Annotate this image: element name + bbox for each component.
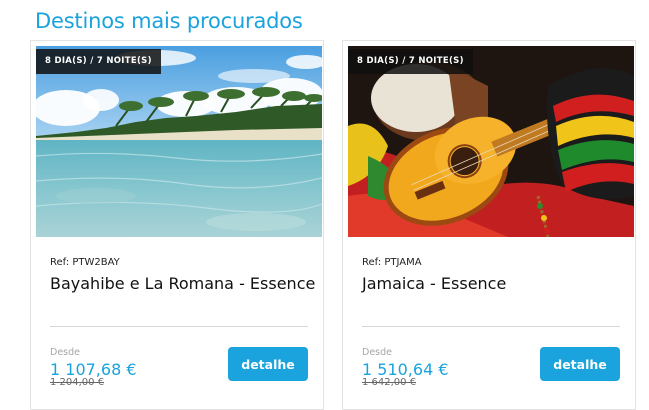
destination-name[interactable]: Jamaica - Essence bbox=[362, 274, 506, 293]
destination-name[interactable]: Bayahibe e La Romana - Essence bbox=[50, 274, 315, 293]
divider bbox=[50, 326, 308, 327]
from-label: Desde bbox=[362, 347, 392, 358]
destination-card-bayahibe[interactable]: 8 DIA(S) / 7 NOITE(S) Ref: PTW2BAY Bayah… bbox=[30, 40, 324, 410]
duration-badge: 8 DIA(S) / 7 NOITE(S) bbox=[348, 49, 473, 74]
reference-code: Ref: PTW2BAY bbox=[50, 257, 120, 268]
destination-card-jamaica[interactable]: 8 DIA(S) / 7 NOITE(S) Ref: PTJAMA Jamaic… bbox=[342, 40, 636, 410]
duration-badge: 8 DIA(S) / 7 NOITE(S) bbox=[36, 49, 161, 74]
divider bbox=[362, 326, 620, 327]
detail-button[interactable]: detalhe bbox=[540, 347, 620, 381]
old-price: 1 204,00 € bbox=[50, 377, 105, 388]
section-title: Destinos mais procurados bbox=[35, 9, 303, 33]
detail-button[interactable]: detalhe bbox=[228, 347, 308, 381]
from-label: Desde bbox=[50, 347, 80, 358]
reference-code: Ref: PTJAMA bbox=[362, 257, 422, 268]
destination-photo-ukulele[interactable]: 8 DIA(S) / 7 NOITE(S) bbox=[348, 46, 634, 237]
destination-photo-beach[interactable]: 8 DIA(S) / 7 NOITE(S) bbox=[36, 46, 322, 237]
old-price: 1 642,00 € bbox=[362, 377, 417, 388]
